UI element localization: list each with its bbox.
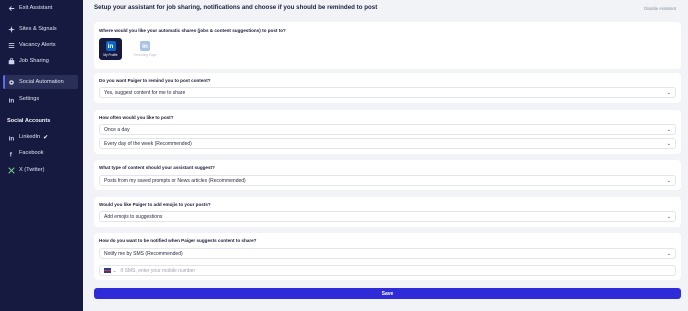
select-value: Add emojis to suggestions [104, 213, 163, 220]
select-value: Once a day [104, 126, 130, 133]
svg-text:f: f [9, 151, 12, 157]
sidebar-item-vacancy-alerts[interactable]: Vacancy Alerts [3, 38, 78, 52]
account-label: LinkedIn [19, 134, 41, 140]
content-type-select[interactable]: Posts from my saved prompts or News arti… [99, 175, 676, 186]
gear-icon [3, 79, 19, 86]
question-label: How often would you like to post? [99, 115, 174, 120]
arrow-left-icon [3, 5, 19, 12]
active-indicator [3, 75, 5, 89]
phone-input[interactable]: ⌄ If SMS, enter your mobile number [99, 265, 676, 276]
sidebar-item-label: Exit Assistant [19, 5, 53, 11]
svg-text:in: in [8, 97, 14, 103]
account-linkedin[interactable]: in LinkedIn ✔ [3, 130, 78, 144]
facebook-icon: f [3, 150, 19, 157]
uk-flag-icon [104, 268, 111, 273]
question-label: What type of content should your assista… [99, 165, 215, 170]
briefcase-icon [3, 57, 19, 65]
chevron-down-icon: ⌄ [666, 127, 671, 133]
connected-check-icon: ✔ [43, 134, 49, 141]
post-destination-card: Where would you like your automatic shar… [94, 22, 681, 69]
sidebar-item-label: Vacancy Alerts [19, 42, 56, 48]
reminder-select[interactable]: Yes, suggest content for me to share ⌄ [99, 87, 676, 98]
phone-placeholder: If SMS, enter your mobile number [120, 267, 196, 274]
account-x-twitter[interactable]: X (Twitter) [3, 163, 78, 177]
question-label: Where would you like your automatic shar… [99, 28, 286, 33]
sparkle-icon [3, 25, 19, 33]
account-label: X (Twitter) [19, 167, 45, 173]
sidebar-item-job-sharing[interactable]: Job Sharing [3, 54, 78, 68]
select-value: Every day of the week (Recommended) [104, 140, 192, 147]
sidebar-item-exit-assistant[interactable]: Exit Assistant [3, 1, 78, 15]
account-facebook[interactable]: f Facebook [3, 146, 78, 160]
disable-assistant-link[interactable]: Disable Assistant [644, 6, 676, 11]
days-select[interactable]: Every day of the week (Recommended) ⌄ [99, 138, 676, 149]
x-twitter-icon [3, 166, 19, 174]
recruiting-page-option[interactable]: in Recruiting Page [132, 38, 158, 60]
linkedin-icon: in [3, 96, 19, 103]
sidebar-item-label: Job Sharing [19, 58, 49, 64]
chevron-down-icon: ⌄ [666, 178, 671, 184]
account-label: Facebook [19, 150, 44, 156]
option-label: Recruiting Page [133, 53, 157, 57]
sidebar-item-label: Settings [19, 96, 40, 102]
option-label: My Profile [103, 53, 118, 57]
emoji-card: Would you like Paiger to add emojis to y… [94, 197, 681, 227]
select-value: Notify me by SMS (Recommended) [104, 250, 183, 257]
main-content: Setup your assistant for job sharing, no… [83, 0, 688, 311]
sidebar-item-settings[interactable]: in Settings [3, 92, 78, 106]
question-label: Would you like Paiger to add emojis to y… [99, 202, 211, 207]
sidebar-item-social-automation[interactable]: Social Automation [3, 75, 78, 89]
my-profile-option[interactable]: in My Profile [99, 38, 122, 60]
chevron-down-icon: ⌄ [666, 251, 671, 257]
list-icon [3, 42, 19, 49]
linkedin-icon: in [3, 134, 19, 141]
sidebar: Exit Assistant Sites & Signals Vacancy A… [0, 0, 83, 311]
reminder-card: Do you want Paiger to remind you to post… [94, 73, 681, 103]
emoji-select[interactable]: Add emojis to suggestions ⌄ [99, 211, 676, 222]
page-title: Setup your assistant for job sharing, no… [94, 4, 378, 11]
social-accounts-title: Social Accounts [7, 118, 51, 124]
chevron-down-icon[interactable]: ⌄ [113, 268, 116, 273]
notification-select[interactable]: Notify me by SMS (Recommended) ⌄ [99, 248, 676, 259]
select-value: Yes, suggest content for me to share [104, 89, 186, 96]
notification-card: How do you want to be notified when Paig… [94, 233, 681, 280]
frequency-card: How often would you like to post? Once a… [94, 110, 681, 154]
save-button[interactable]: Save [94, 288, 681, 299]
question-label: How do you want to be notified when Paig… [99, 238, 257, 243]
chevron-down-icon: ⌄ [666, 90, 671, 96]
svg-text:in: in [8, 135, 14, 141]
content-type-card: What type of content should your assista… [94, 160, 681, 190]
sidebar-item-label: Social Automation [19, 79, 64, 85]
chevron-down-icon: ⌄ [666, 214, 671, 220]
question-label: Do you want Paiger to remind you to post… [99, 78, 211, 83]
select-value: Posts from my saved prompts or News arti… [104, 177, 246, 184]
sidebar-item-label: Sites & Signals [19, 26, 57, 32]
frequency-select[interactable]: Once a day ⌄ [99, 124, 676, 135]
chevron-down-icon: ⌄ [666, 141, 671, 147]
linkedin-icon: in [105, 41, 116, 51]
sidebar-item-sites-signals[interactable]: Sites & Signals [3, 22, 78, 36]
linkedin-icon: in [140, 41, 150, 51]
